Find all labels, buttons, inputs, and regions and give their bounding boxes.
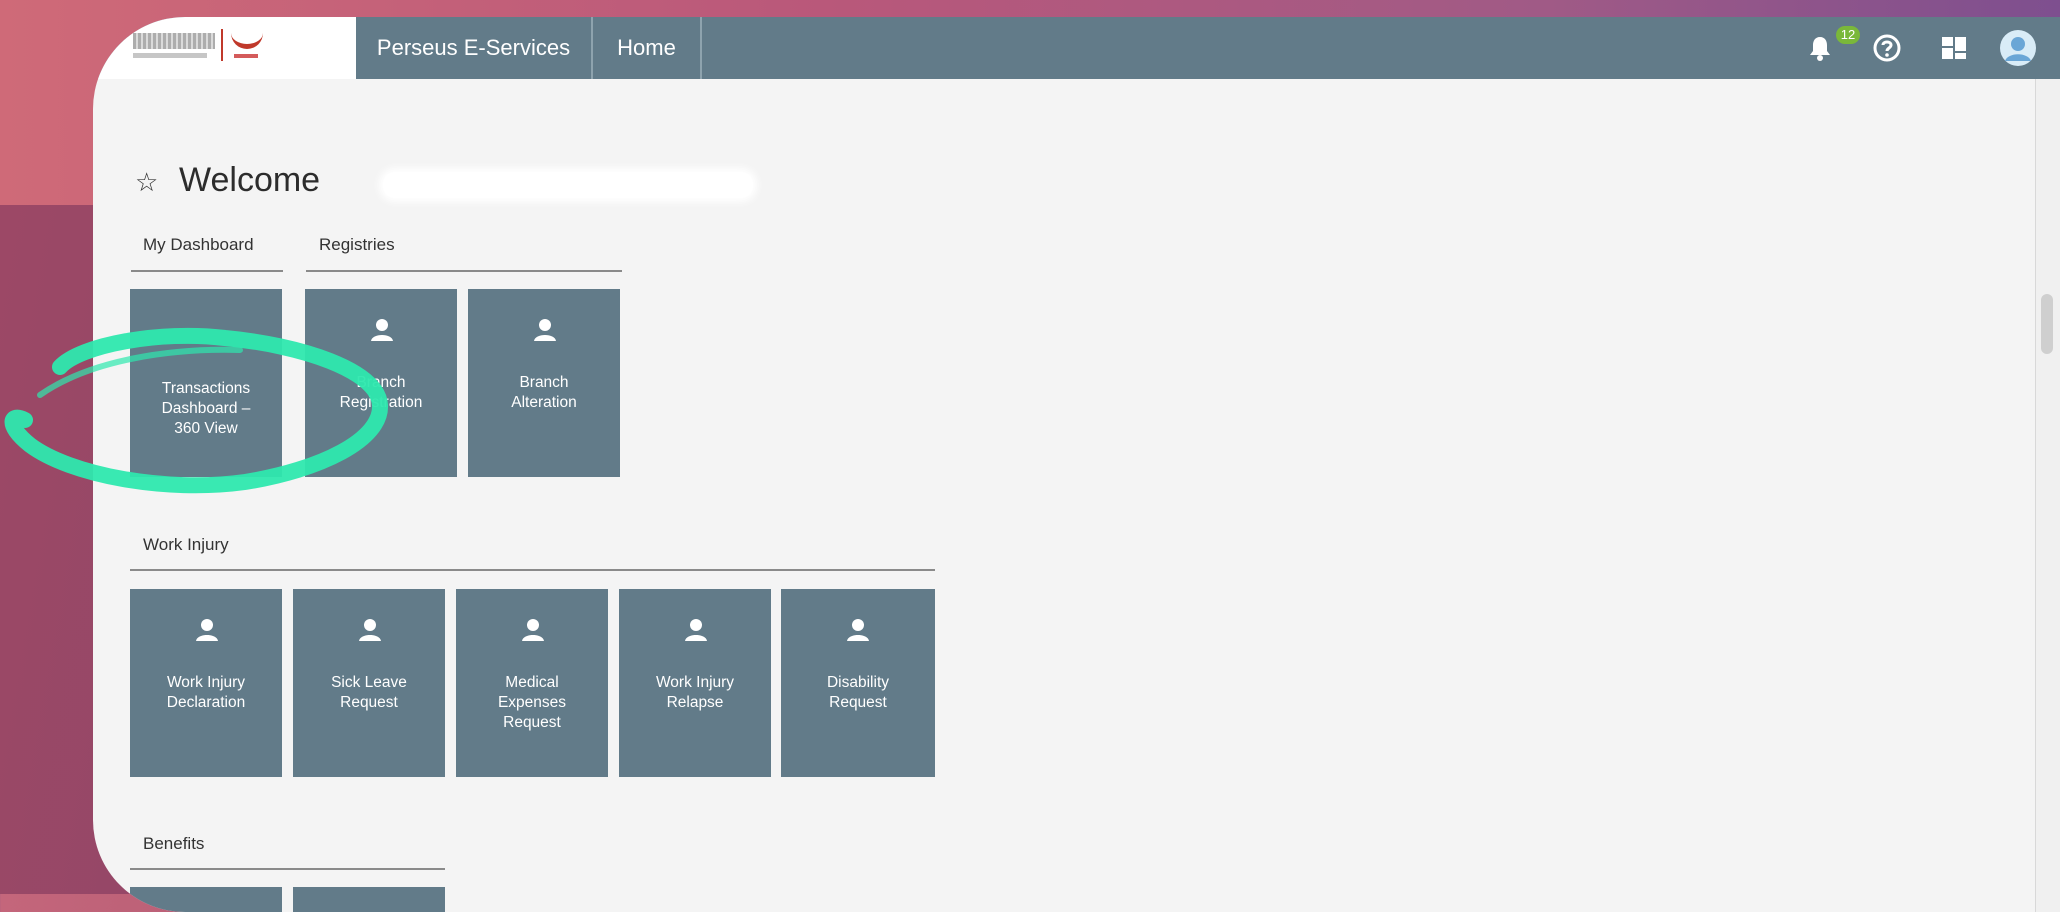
person-icon bbox=[371, 319, 393, 341]
bell-icon[interactable] bbox=[1805, 33, 1835, 63]
section-registries: Registries bbox=[319, 235, 395, 254]
tile-sick-leave-request[interactable]: Sick Leave Request bbox=[293, 589, 445, 777]
person-icon bbox=[534, 319, 556, 341]
section-benefits: Benefits bbox=[143, 834, 205, 853]
nav-home[interactable]: Home bbox=[593, 17, 702, 79]
tile-branch-alteration[interactable]: Branch Alteration bbox=[468, 289, 620, 477]
tile-label: Branch Alteration bbox=[511, 374, 577, 411]
tile-disability-request[interactable]: Disability Request bbox=[781, 589, 935, 777]
tile-label: Medical Expenses Request bbox=[497, 674, 567, 731]
tile-benefits-partial[interactable] bbox=[130, 887, 282, 912]
tile-transactions-dashboard[interactable]: Transactions Dashboard – 360 View bbox=[130, 289, 282, 477]
logo-mark-subtext bbox=[234, 54, 258, 58]
person-icon bbox=[685, 619, 707, 641]
nav-perseus-eservices[interactable]: Perseus E-Services bbox=[356, 17, 593, 79]
section-work-injury: Work Injury bbox=[143, 535, 229, 554]
tile-work-injury-declaration[interactable]: Work Injury Declaration bbox=[130, 589, 282, 777]
redacted-username bbox=[383, 172, 753, 198]
welcome-text: Welcome bbox=[179, 161, 321, 199]
person-icon bbox=[522, 619, 544, 641]
scrollbar-thumb[interactable] bbox=[2041, 294, 2053, 354]
tile-label: Sick Leave Request bbox=[331, 674, 407, 711]
tile-label: Transactions Dashboard – 360 View bbox=[161, 380, 251, 437]
notification-badge: 12 bbox=[1836, 26, 1860, 44]
logo-arabic-text bbox=[133, 33, 215, 49]
section-my-dashboard: My Dashboard bbox=[143, 235, 254, 254]
logo-divider bbox=[221, 29, 223, 61]
vertical-scrollbar[interactable] bbox=[2035, 79, 2060, 912]
tile-label: Work Injury Declaration bbox=[166, 674, 246, 711]
dashboard-grid-icon[interactable] bbox=[1939, 33, 1969, 63]
person-icon bbox=[359, 619, 381, 641]
section-divider bbox=[131, 270, 283, 272]
tile-medical-expenses-request[interactable]: Medical Expenses Request bbox=[456, 589, 608, 777]
user-avatar-icon[interactable] bbox=[1999, 29, 2037, 67]
logo-mark bbox=[231, 30, 263, 49]
tile-label: Branch Registration bbox=[339, 374, 423, 411]
tile-label: Work Injury Relapse bbox=[655, 674, 735, 711]
star-icon[interactable]: ☆ bbox=[135, 167, 158, 198]
section-divider bbox=[130, 868, 445, 870]
help-icon[interactable] bbox=[1872, 33, 1902, 63]
tile-work-injury-relapse[interactable]: Work Injury Relapse bbox=[619, 589, 771, 777]
section-divider bbox=[306, 270, 622, 272]
top-navigation-bar: Perseus E-Services Home 12 bbox=[93, 17, 2060, 79]
tile-benefits-partial[interactable] bbox=[293, 887, 445, 912]
organization-logo[interactable] bbox=[93, 17, 356, 79]
section-divider bbox=[130, 569, 935, 571]
person-icon bbox=[847, 619, 869, 641]
logo-subtext bbox=[133, 53, 207, 58]
person-icon bbox=[196, 619, 218, 641]
browser-window: Perseus E-Services Home 12 ☆ Welcome My … bbox=[93, 17, 2060, 912]
tile-branch-registration[interactable]: Branch Registration bbox=[305, 289, 457, 477]
tile-label: Disability Request bbox=[826, 674, 889, 711]
